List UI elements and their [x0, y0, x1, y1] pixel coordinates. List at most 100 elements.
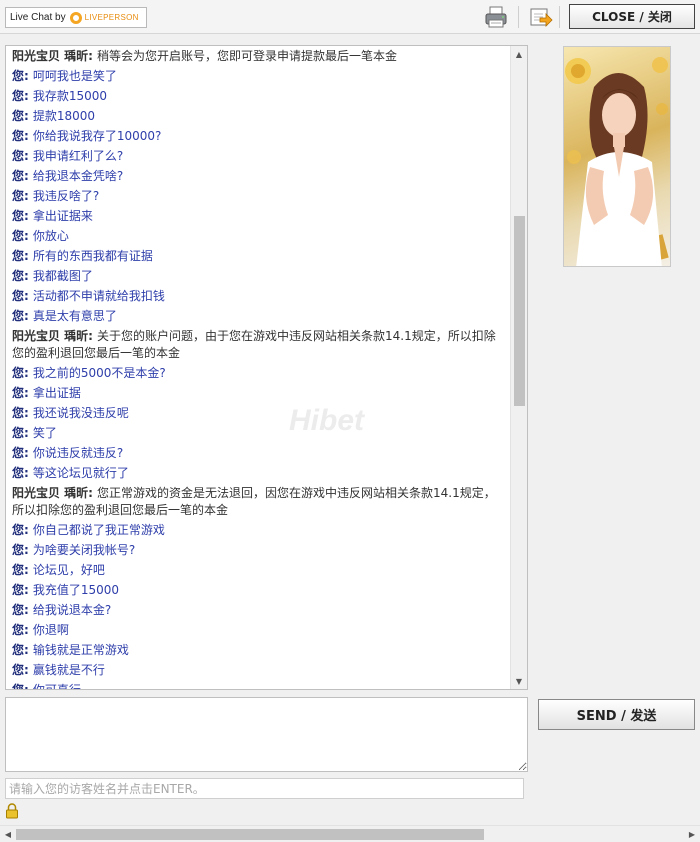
- message-sender: 您:: [12, 209, 29, 223]
- visitor-message: 您: 你给我说我存了10000?: [6, 128, 511, 145]
- message-text: 你自己都说了我正常游戏: [32, 523, 165, 537]
- message-sender: 您:: [12, 289, 29, 303]
- message-sender: 您:: [12, 129, 29, 143]
- message-list: 阳光宝贝 瑀昕: 稍等会为您开启账号，您即可登录申请提款最后一笔本金 您: 呵呵我也是…: [6, 48, 511, 690]
- horizontal-scrollbar-thumb[interactable]: [16, 829, 484, 840]
- visitor-message: 您: 赢钱就是不行: [6, 662, 511, 679]
- visitor-message: 您: 笑了: [6, 425, 511, 442]
- liveperson-logo: Live Chat by LIVEPERSON: [5, 7, 147, 28]
- page-horizontal-scrollbar[interactable]: ◀ ▶: [0, 825, 700, 842]
- secure-connection: [5, 803, 19, 819]
- message-sender: 您:: [12, 523, 29, 537]
- visitor-message: 您: 我存款15000: [6, 88, 511, 105]
- visitor-message: 您: 你说违反就违反?: [6, 445, 511, 462]
- agent-message: 阳光宝贝 瑀昕: 您正常游戏的资金是无法退回，因您在游戏中违反网站相关条款14.1…: [6, 485, 511, 519]
- message-text: 我申请红利了么?: [32, 149, 124, 163]
- message-text: 赢钱就是不行: [32, 663, 105, 677]
- toolbar-divider: [559, 6, 560, 28]
- message-text: 活动都不申请就给我扣钱: [32, 289, 165, 303]
- message-sender: 您:: [12, 109, 29, 123]
- message-text: 呵呵我也是笑了: [32, 69, 117, 83]
- save-transcript-button[interactable]: [529, 5, 553, 29]
- message-sender: 您:: [12, 466, 29, 480]
- message-sender: 您:: [12, 89, 29, 103]
- agent-message: 阳光宝贝 瑀昕: 稍等会为您开启账号，您即可登录申请提款最后一笔本金: [6, 48, 511, 65]
- visitor-message: 您: 提款18000: [6, 108, 511, 125]
- message-sender: 您:: [12, 406, 29, 420]
- message-sender: 您:: [12, 643, 29, 657]
- visitor-message: 您: 等这论坛见就行了: [6, 465, 511, 482]
- visitor-message: 您: 拿出证据: [6, 385, 511, 402]
- message-text: 拿出证据: [32, 386, 81, 400]
- message-text: 稍等会为您开启账号，您即可登录申请提款最后一笔本金: [96, 49, 397, 63]
- message-sender: 您:: [12, 446, 29, 460]
- message-sender: 您:: [12, 543, 29, 557]
- scroll-up-icon[interactable]: ▲: [511, 46, 527, 62]
- visitor-message: 您: 你自己都说了我正常游戏: [6, 522, 511, 539]
- liveperson-ring-icon: [69, 11, 82, 24]
- message-input[interactable]: [5, 697, 528, 772]
- message-sender: 您:: [12, 583, 29, 597]
- message-text: 我违反啥了?: [32, 189, 100, 203]
- agent-photo: [565, 57, 669, 266]
- visitor-message: 您: 输钱就是正常游戏: [6, 642, 511, 659]
- message-text: 为啥要关闭我帐号?: [32, 543, 136, 557]
- message-text: 所有的东西我都有证据: [32, 249, 153, 263]
- visitor-message: 您: 所有的东西我都有证据: [6, 248, 511, 265]
- message-sender: 阳光宝贝 瑀昕:: [12, 486, 93, 500]
- visitor-message: 您: 我充值了15000: [6, 582, 511, 599]
- scroll-left-icon[interactable]: ◀: [0, 826, 16, 842]
- message-text: 给我退本金凭啥?: [32, 169, 124, 183]
- message-sender: 您:: [12, 623, 29, 637]
- message-text: 你放心: [32, 229, 69, 243]
- scroll-down-icon[interactable]: ▼: [511, 673, 527, 689]
- message-text: 我存款15000: [32, 89, 107, 103]
- message-sender: 您:: [12, 249, 29, 263]
- message-sender: 您:: [12, 189, 29, 203]
- lock-icon: [6, 803, 18, 819]
- visitor-message: 您: 给我退本金凭啥?: [6, 168, 511, 185]
- message-text: 我还说我没违反呢: [32, 406, 129, 420]
- message-text: 你说违反就违反?: [32, 446, 124, 460]
- visitor-message: 您: 你退啊: [6, 622, 511, 639]
- message-sender: 您:: [12, 269, 29, 283]
- scroll-right-icon[interactable]: ▶: [684, 826, 700, 842]
- brand-text: Live Chat by: [10, 12, 66, 23]
- visitor-message: 您: 为啥要关闭我帐号?: [6, 542, 511, 559]
- message-text: 提款18000: [32, 109, 95, 123]
- visitor-message: 您: 呵呵我也是笑了: [6, 68, 511, 85]
- message-text: 给我说退本金?: [32, 603, 112, 617]
- visitor-message: 您: 你可真行: [6, 682, 511, 690]
- agent-message: 阳光宝贝 瑀昕: 关于您的账户问题，由于您在游戏中违反网站相关条款14.1规定，所…: [6, 328, 511, 362]
- visitor-message: 您: 我违反啥了?: [6, 188, 511, 205]
- message-text: 笑了: [32, 426, 57, 440]
- scrollbar-thumb[interactable]: [514, 216, 525, 406]
- agent-avatar: [563, 46, 671, 267]
- save-transcript-icon: [530, 8, 553, 27]
- message-sender: 您:: [12, 169, 29, 183]
- message-sender: 您:: [12, 426, 29, 440]
- send-button[interactable]: SEND / 发送: [538, 699, 695, 730]
- message-sender: 您:: [12, 386, 29, 400]
- close-button[interactable]: CLOSE / 关闭: [569, 4, 695, 29]
- message-sender: 您:: [12, 229, 29, 243]
- message-sender: 您:: [12, 309, 29, 323]
- transcript-scrollbar[interactable]: ▲ ▼: [510, 46, 527, 689]
- visitor-message: 您: 你放心: [6, 228, 511, 245]
- message-sender: 阳光宝贝 瑀昕:: [12, 49, 93, 63]
- message-sender: 您:: [12, 683, 29, 690]
- message-sender: 阳光宝贝 瑀昕:: [12, 329, 93, 343]
- chat-transcript[interactable]: 阳光宝贝 瑀昕: 稍等会为您开启账号，您即可登录申请提款最后一笔本金 您: 呵呵我也是…: [5, 45, 528, 690]
- visitor-message: 您: 我申请红利了么?: [6, 148, 511, 165]
- message-text: 等这论坛见就行了: [32, 466, 129, 480]
- chat-header: Live Chat by LIVEPERSON CLOSE / 关闭: [0, 0, 700, 34]
- visitor-message: 您: 我之前的5000不是本金?: [6, 365, 511, 382]
- message-text: 真是太有意思了: [32, 309, 117, 323]
- visitor-message: 您: 真是太有意思了: [6, 308, 511, 325]
- message-sender: 您:: [12, 366, 29, 380]
- visitor-message: 您: 拿出证据来: [6, 208, 511, 225]
- visitor-message: 您: 我还说我没违反呢: [6, 405, 511, 422]
- message-text: 拿出证据来: [32, 209, 93, 223]
- print-button[interactable]: [484, 5, 508, 29]
- visitor-name-input[interactable]: [5, 778, 524, 799]
